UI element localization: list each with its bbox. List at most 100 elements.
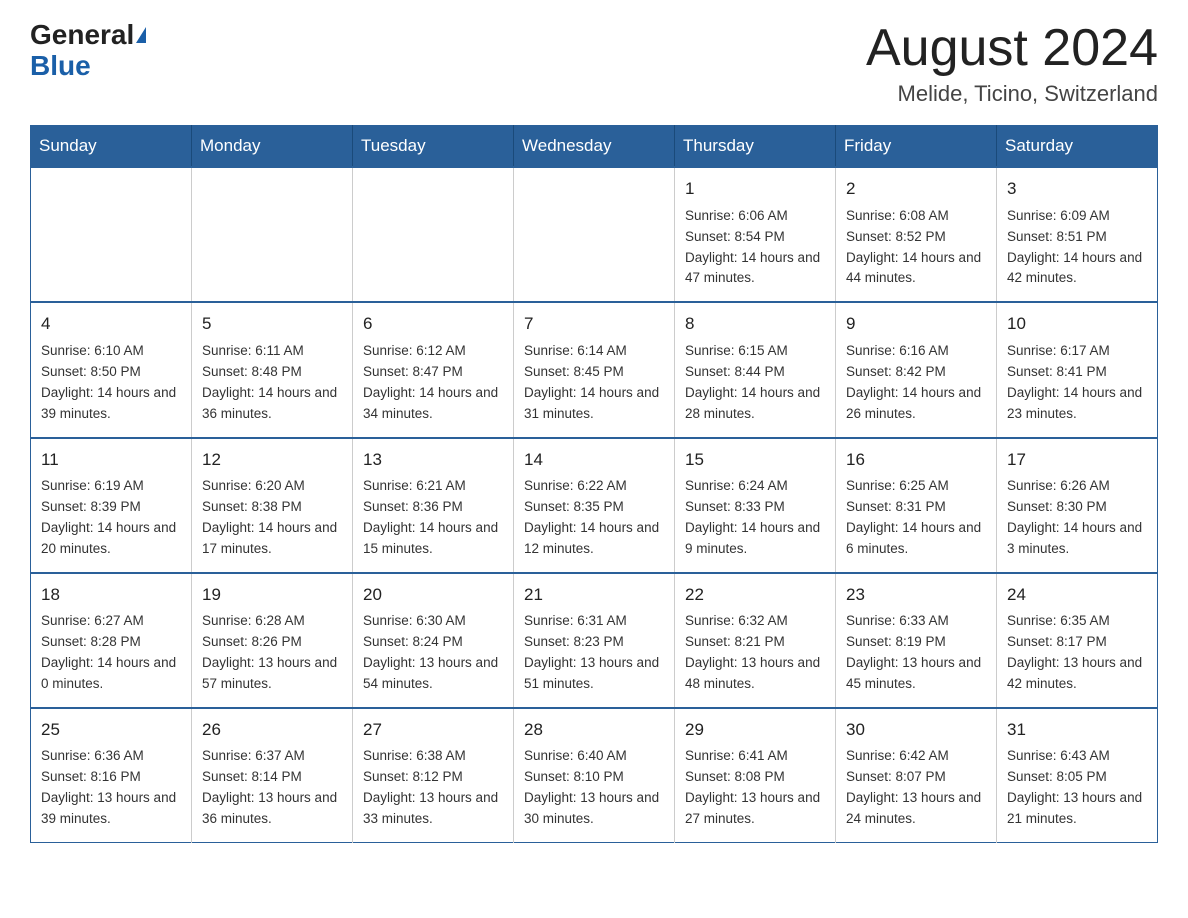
day-info: Sunrise: 6:31 AMSunset: 8:23 PMDaylight:… [524, 611, 664, 695]
day-number: 9 [846, 311, 986, 337]
logo-blue-text: Blue [30, 51, 91, 82]
day-number: 21 [524, 582, 664, 608]
day-number: 8 [685, 311, 825, 337]
calendar-cell: 13 Sunrise: 6:21 AMSunset: 8:36 PMDayligh… [353, 438, 514, 573]
day-number: 26 [202, 717, 342, 743]
day-number: 23 [846, 582, 986, 608]
day-number: 15 [685, 447, 825, 473]
day-number: 10 [1007, 311, 1147, 337]
calendar-cell: 15 Sunrise: 6:24 AMSunset: 8:33 PMDayligh… [675, 438, 836, 573]
page-header: General Blue August 2024 Melide, Ticino,… [30, 20, 1158, 107]
calendar-cell: 24Sunrise: 6:35 AMSunset: 8:17 PMDayligh… [997, 573, 1158, 708]
calendar-cell: 17 Sunrise: 6:26 AMSunset: 8:30 PMDayligh… [997, 438, 1158, 573]
calendar-cell: 10 Sunrise: 6:17 AMSunset: 8:41 PMDayligh… [997, 302, 1158, 437]
day-info: Sunrise: 6:40 AMSunset: 8:10 PMDaylight:… [524, 746, 664, 830]
day-info: Sunrise: 6:19 AMSunset: 8:39 PMDaylight:… [41, 476, 181, 560]
day-number: 7 [524, 311, 664, 337]
day-number: 11 [41, 447, 181, 473]
day-info: Sunrise: 6:15 AMSunset: 8:44 PMDaylight:… [685, 341, 825, 425]
calendar-header-tuesday: Tuesday [353, 126, 514, 168]
day-number: 17 [1007, 447, 1147, 473]
calendar-table: SundayMondayTuesdayWednesdayThursdayFrid… [30, 125, 1158, 843]
calendar-header-monday: Monday [192, 126, 353, 168]
day-number: 5 [202, 311, 342, 337]
calendar-cell: 8 Sunrise: 6:15 AMSunset: 8:44 PMDaylight… [675, 302, 836, 437]
calendar-cell: 4Sunrise: 6:10 AMSunset: 8:50 PMDaylight… [31, 302, 192, 437]
calendar-header-thursday: Thursday [675, 126, 836, 168]
day-number: 31 [1007, 717, 1147, 743]
calendar-cell: 25 Sunrise: 6:36 AMSunset: 8:16 PMDayligh… [31, 708, 192, 843]
calendar-cell [514, 167, 675, 302]
day-info: Sunrise: 6:38 AMSunset: 8:12 PMDaylight:… [363, 746, 503, 830]
day-number: 18 [41, 582, 181, 608]
day-info: Sunrise: 6:43 AMSunset: 8:05 PMDaylight:… [1007, 746, 1147, 830]
calendar-week-row: 1Sunrise: 6:06 AMSunset: 8:54 PMDaylight… [31, 167, 1158, 302]
calendar-cell: 14Sunrise: 6:22 AMSunset: 8:35 PMDayligh… [514, 438, 675, 573]
day-info: Sunrise: 6:08 AMSunset: 8:52 PMDaylight:… [846, 206, 986, 290]
calendar-cell: 11 Sunrise: 6:19 AMSunset: 8:39 PMDayligh… [31, 438, 192, 573]
day-info: Sunrise: 6:20 AMSunset: 8:38 PMDaylight:… [202, 476, 342, 560]
day-info: Sunrise: 6:33 AMSunset: 8:19 PMDaylight:… [846, 611, 986, 695]
calendar-header-saturday: Saturday [997, 126, 1158, 168]
day-number: 12 [202, 447, 342, 473]
day-number: 6 [363, 311, 503, 337]
calendar-header-row: SundayMondayTuesdayWednesdayThursdayFrid… [31, 126, 1158, 168]
calendar-cell: 3 Sunrise: 6:09 AMSunset: 8:51 PMDaylight… [997, 167, 1158, 302]
day-info: Sunrise: 6:14 AMSunset: 8:45 PMDaylight:… [524, 341, 664, 425]
month-title: August 2024 [866, 20, 1158, 77]
calendar-cell: 28Sunrise: 6:40 AMSunset: 8:10 PMDayligh… [514, 708, 675, 843]
calendar-cell: 29Sunrise: 6:41 AMSunset: 8:08 PMDayligh… [675, 708, 836, 843]
calendar-week-row: 25 Sunrise: 6:36 AMSunset: 8:16 PMDayligh… [31, 708, 1158, 843]
day-number: 27 [363, 717, 503, 743]
calendar-header-wednesday: Wednesday [514, 126, 675, 168]
calendar-cell: 2 Sunrise: 6:08 AMSunset: 8:52 PMDaylight… [836, 167, 997, 302]
day-info: Sunrise: 6:12 AMSunset: 8:47 PMDaylight:… [363, 341, 503, 425]
day-number: 25 [41, 717, 181, 743]
calendar-cell: 9 Sunrise: 6:16 AMSunset: 8:42 PMDaylight… [836, 302, 997, 437]
calendar-week-row: 11 Sunrise: 6:19 AMSunset: 8:39 PMDayligh… [31, 438, 1158, 573]
day-info: Sunrise: 6:32 AMSunset: 8:21 PMDaylight:… [685, 611, 825, 695]
day-info: Sunrise: 6:17 AMSunset: 8:41 PMDaylight:… [1007, 341, 1147, 425]
day-info: Sunrise: 6:35 AMSunset: 8:17 PMDaylight:… [1007, 611, 1147, 695]
day-number: 20 [363, 582, 503, 608]
day-number: 30 [846, 717, 986, 743]
day-info: Sunrise: 6:30 AMSunset: 8:24 PMDaylight:… [363, 611, 503, 695]
day-info: Sunrise: 6:24 AMSunset: 8:33 PMDaylight:… [685, 476, 825, 560]
calendar-cell: 19Sunrise: 6:28 AMSunset: 8:26 PMDayligh… [192, 573, 353, 708]
day-number: 13 [363, 447, 503, 473]
logo: General Blue [30, 20, 146, 82]
calendar-cell [31, 167, 192, 302]
calendar-week-row: 18Sunrise: 6:27 AMSunset: 8:28 PMDayligh… [31, 573, 1158, 708]
day-info: Sunrise: 6:11 AMSunset: 8:48 PMDaylight:… [202, 341, 342, 425]
calendar-cell: 27 Sunrise: 6:38 AMSunset: 8:12 PMDayligh… [353, 708, 514, 843]
day-info: Sunrise: 6:10 AMSunset: 8:50 PMDaylight:… [41, 341, 181, 425]
day-number: 16 [846, 447, 986, 473]
calendar-cell: 16Sunrise: 6:25 AMSunset: 8:31 PMDayligh… [836, 438, 997, 573]
calendar-cell: 6 Sunrise: 6:12 AMSunset: 8:47 PMDaylight… [353, 302, 514, 437]
calendar-cell [192, 167, 353, 302]
calendar-cell: 20 Sunrise: 6:30 AMSunset: 8:24 PMDayligh… [353, 573, 514, 708]
day-number: 3 [1007, 176, 1147, 202]
day-info: Sunrise: 6:36 AMSunset: 8:16 PMDaylight:… [41, 746, 181, 830]
day-info: Sunrise: 6:09 AMSunset: 8:51 PMDaylight:… [1007, 206, 1147, 290]
calendar-cell: 31 Sunrise: 6:43 AMSunset: 8:05 PMDayligh… [997, 708, 1158, 843]
day-number: 14 [524, 447, 664, 473]
calendar-header-friday: Friday [836, 126, 997, 168]
calendar-cell: 21 Sunrise: 6:31 AMSunset: 8:23 PMDayligh… [514, 573, 675, 708]
day-info: Sunrise: 6:21 AMSunset: 8:36 PMDaylight:… [363, 476, 503, 560]
calendar-cell: 22Sunrise: 6:32 AMSunset: 8:21 PMDayligh… [675, 573, 836, 708]
title-block: August 2024 Melide, Ticino, Switzerland [866, 20, 1158, 107]
day-info: Sunrise: 6:26 AMSunset: 8:30 PMDaylight:… [1007, 476, 1147, 560]
day-info: Sunrise: 6:16 AMSunset: 8:42 PMDaylight:… [846, 341, 986, 425]
day-info: Sunrise: 6:37 AMSunset: 8:14 PMDaylight:… [202, 746, 342, 830]
calendar-cell: 1Sunrise: 6:06 AMSunset: 8:54 PMDaylight… [675, 167, 836, 302]
logo-general-text: General [30, 20, 134, 51]
calendar-cell: 26 Sunrise: 6:37 AMSunset: 8:14 PMDayligh… [192, 708, 353, 843]
day-number: 2 [846, 176, 986, 202]
calendar-cell: 7 Sunrise: 6:14 AMSunset: 8:45 PMDaylight… [514, 302, 675, 437]
logo-triangle-icon [136, 27, 146, 43]
calendar-week-row: 4Sunrise: 6:10 AMSunset: 8:50 PMDaylight… [31, 302, 1158, 437]
day-info: Sunrise: 6:41 AMSunset: 8:08 PMDaylight:… [685, 746, 825, 830]
calendar-cell: 30Sunrise: 6:42 AMSunset: 8:07 PMDayligh… [836, 708, 997, 843]
day-number: 19 [202, 582, 342, 608]
